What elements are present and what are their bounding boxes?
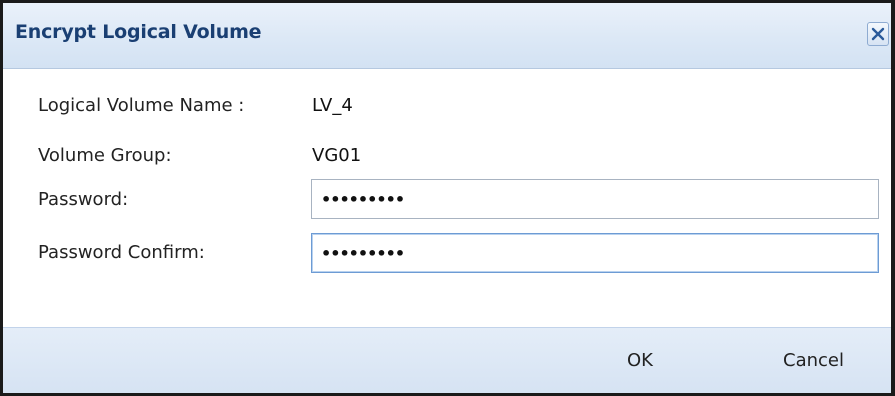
lv-name-label: Logical Volume Name :: [38, 95, 245, 116]
close-icon: [871, 27, 885, 41]
ok-button[interactable]: OK: [627, 350, 653, 371]
password-field[interactable]: [311, 179, 879, 219]
volume-group-label: Volume Group:: [38, 145, 172, 166]
password-confirm-field[interactable]: [311, 233, 879, 273]
dialog-body: Logical Volume Name : LV_4 Volume Group:…: [3, 69, 891, 333]
password-label: Password:: [38, 189, 129, 210]
dialog-footer: OK Cancel: [3, 327, 891, 393]
cancel-button[interactable]: Cancel: [783, 350, 844, 371]
dialog-title: Encrypt Logical Volume: [15, 21, 262, 43]
password-confirm-label: Password Confirm:: [38, 242, 205, 263]
dialog-titlebar[interactable]: Encrypt Logical Volume: [3, 3, 891, 69]
volume-group-value: VG01: [312, 145, 362, 166]
encrypt-logical-volume-dialog: Encrypt Logical Volume Logical Volume Na…: [0, 0, 895, 396]
close-button[interactable]: [867, 22, 889, 46]
lv-name-value: LV_4: [312, 95, 353, 116]
